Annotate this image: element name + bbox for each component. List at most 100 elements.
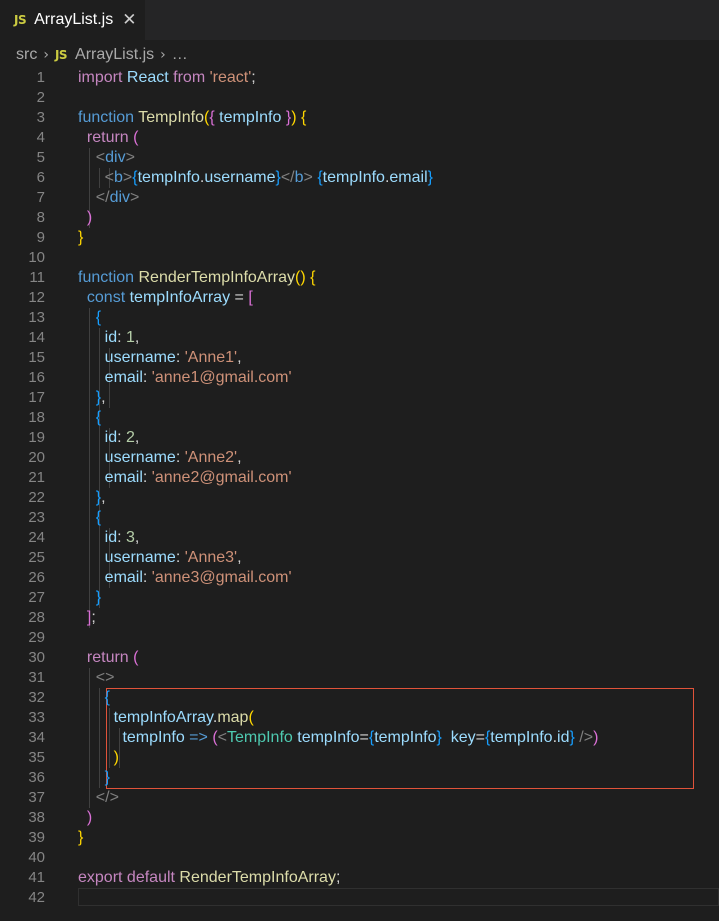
- code-line[interactable]: 12 const tempInfoArray = [: [0, 288, 719, 308]
- code-line[interactable]: 32 {: [0, 688, 719, 708]
- code-token: from: [173, 69, 206, 86]
- code-line[interactable]: 24 id: 3,: [0, 528, 719, 548]
- breadcrumb-more[interactable]: …: [172, 46, 188, 64]
- code-line[interactable]: 28 ];: [0, 608, 719, 628]
- code-line[interactable]: 42: [0, 888, 719, 908]
- code-line[interactable]: 16 email: 'anne1@gmail.com': [0, 368, 719, 388]
- code-token: email: [104, 469, 143, 486]
- code-token: b: [114, 169, 123, 186]
- code-token: 'Anne3': [184, 549, 238, 566]
- close-icon[interactable]: ✕: [122, 11, 136, 29]
- code-line[interactable]: 25 username: 'Anne3',: [0, 548, 719, 568]
- code-token: React: [126, 69, 169, 86]
- code-line[interactable]: 1 import React from 'react';: [0, 68, 719, 88]
- code-line[interactable]: 23 {: [0, 508, 719, 528]
- code-token: </>: [95, 789, 119, 806]
- code-editor[interactable]: 1 import React from 'react'; 2 3 function Te…: [0, 68, 719, 921]
- code-line[interactable]: 19 id: 2,: [0, 428, 719, 448]
- code-line[interactable]: 38 ): [0, 808, 719, 828]
- line-number: 18: [28, 409, 45, 426]
- code-token: :: [142, 569, 152, 586]
- code-text: <div>: [78, 148, 135, 168]
- code-text: email: 'anne1@gmail.com': [78, 368, 292, 388]
- code-line[interactable]: 18 {: [0, 408, 719, 428]
- code-token: }: [104, 769, 111, 786]
- code-line[interactable]: 37 </>: [0, 788, 719, 808]
- line-number: 5: [36, 149, 45, 166]
- code-line[interactable]: 13 {: [0, 308, 719, 328]
- code-line[interactable]: 4 return (: [0, 128, 719, 148]
- code-token: :: [117, 529, 127, 546]
- code-line[interactable]: 20 username: 'Anne2',: [0, 448, 719, 468]
- code-line[interactable]: 35 ): [0, 748, 719, 768]
- code-token: </: [95, 189, 110, 206]
- line-number: 29: [28, 629, 45, 646]
- code-text: tempInfoArray.map(: [78, 708, 254, 728]
- code-token: id: [104, 529, 118, 546]
- code-line[interactable]: 11 function RenderTempInfoArray() {: [0, 268, 719, 288]
- code-line[interactable]: 10: [0, 248, 719, 268]
- code-token: <: [217, 729, 227, 746]
- code-token: tempInfoArray: [129, 289, 231, 306]
- line-number: 14: [28, 329, 45, 346]
- code-line[interactable]: 41 export default RenderTempInfoArray;: [0, 868, 719, 888]
- tab-bar: JS ArrayList.js ✕: [0, 0, 719, 40]
- line-number: 34: [28, 729, 45, 746]
- code-line[interactable]: 15 username: 'Anne1',: [0, 348, 719, 368]
- code-line[interactable]: 26 email: 'anne3@gmail.com': [0, 568, 719, 588]
- code-line[interactable]: 5 <div>: [0, 148, 719, 168]
- code-token: 'Anne2': [184, 449, 238, 466]
- code-token: <: [95, 149, 106, 166]
- editor-tab[interactable]: JS ArrayList.js ✕: [0, 0, 145, 40]
- code-line[interactable]: 33 tempInfoArray.map(: [0, 708, 719, 728]
- code-token: id: [557, 729, 570, 746]
- code-text: ): [78, 808, 92, 828]
- code-token: export: [78, 869, 123, 886]
- code-line[interactable]: 14 id: 1,: [0, 328, 719, 348]
- code-line[interactable]: 9}: [0, 228, 719, 248]
- code-token: <: [104, 169, 115, 186]
- tab-title[interactable]: ArrayList.js: [34, 11, 113, 29]
- breadcrumb-folder[interactable]: src: [16, 46, 37, 64]
- code-line[interactable]: 8 ): [0, 208, 719, 228]
- code-line[interactable]: 22 },: [0, 488, 719, 508]
- line-number: 41: [28, 869, 45, 886]
- code-line[interactable]: 7 </div>: [0, 188, 719, 208]
- code-line[interactable]: 6 <b>{tempInfo.username}</b> {tempInfo.e…: [0, 168, 719, 188]
- code-token: tempInfo: [490, 729, 553, 746]
- code-token: :: [175, 549, 185, 566]
- code-line[interactable]: 2: [0, 88, 719, 108]
- code-token: 'anne2@gmail.com': [151, 469, 292, 486]
- code-line[interactable]: 30 return (: [0, 648, 719, 668]
- code-line[interactable]: 17 },: [0, 388, 719, 408]
- code-text: }: [78, 228, 83, 248]
- code-line[interactable]: 39}: [0, 828, 719, 848]
- code-token: }: [95, 589, 102, 606]
- code-line[interactable]: 34 tempInfo => (<TempInfo tempInfo={temp…: [0, 728, 719, 748]
- code-token: >: [125, 149, 135, 166]
- javascript-file-icon: JS: [54, 48, 68, 62]
- code-token: 3: [126, 529, 135, 546]
- code-line[interactable]: 36 }: [0, 768, 719, 788]
- code-line[interactable]: 40: [0, 848, 719, 868]
- code-token: 'react': [209, 69, 252, 86]
- code-line[interactable]: 27 }: [0, 588, 719, 608]
- code-line[interactable]: 31 <>: [0, 668, 719, 688]
- code-text: const tempInfoArray = [: [78, 288, 253, 308]
- code-token: div: [109, 189, 131, 206]
- code-line[interactable]: 3 function TempInfo({ tempInfo }) {: [0, 108, 719, 128]
- code-line[interactable]: 21 email: 'anne2@gmail.com': [0, 468, 719, 488]
- code-line[interactable]: 29: [0, 628, 719, 648]
- line-number: 37: [28, 789, 45, 806]
- breadcrumb-file[interactable]: ArrayList.js: [75, 46, 154, 64]
- code-token: ,: [237, 449, 242, 466]
- line-number: 8: [36, 209, 45, 226]
- code-token: RenderTempInfoArray: [179, 869, 336, 886]
